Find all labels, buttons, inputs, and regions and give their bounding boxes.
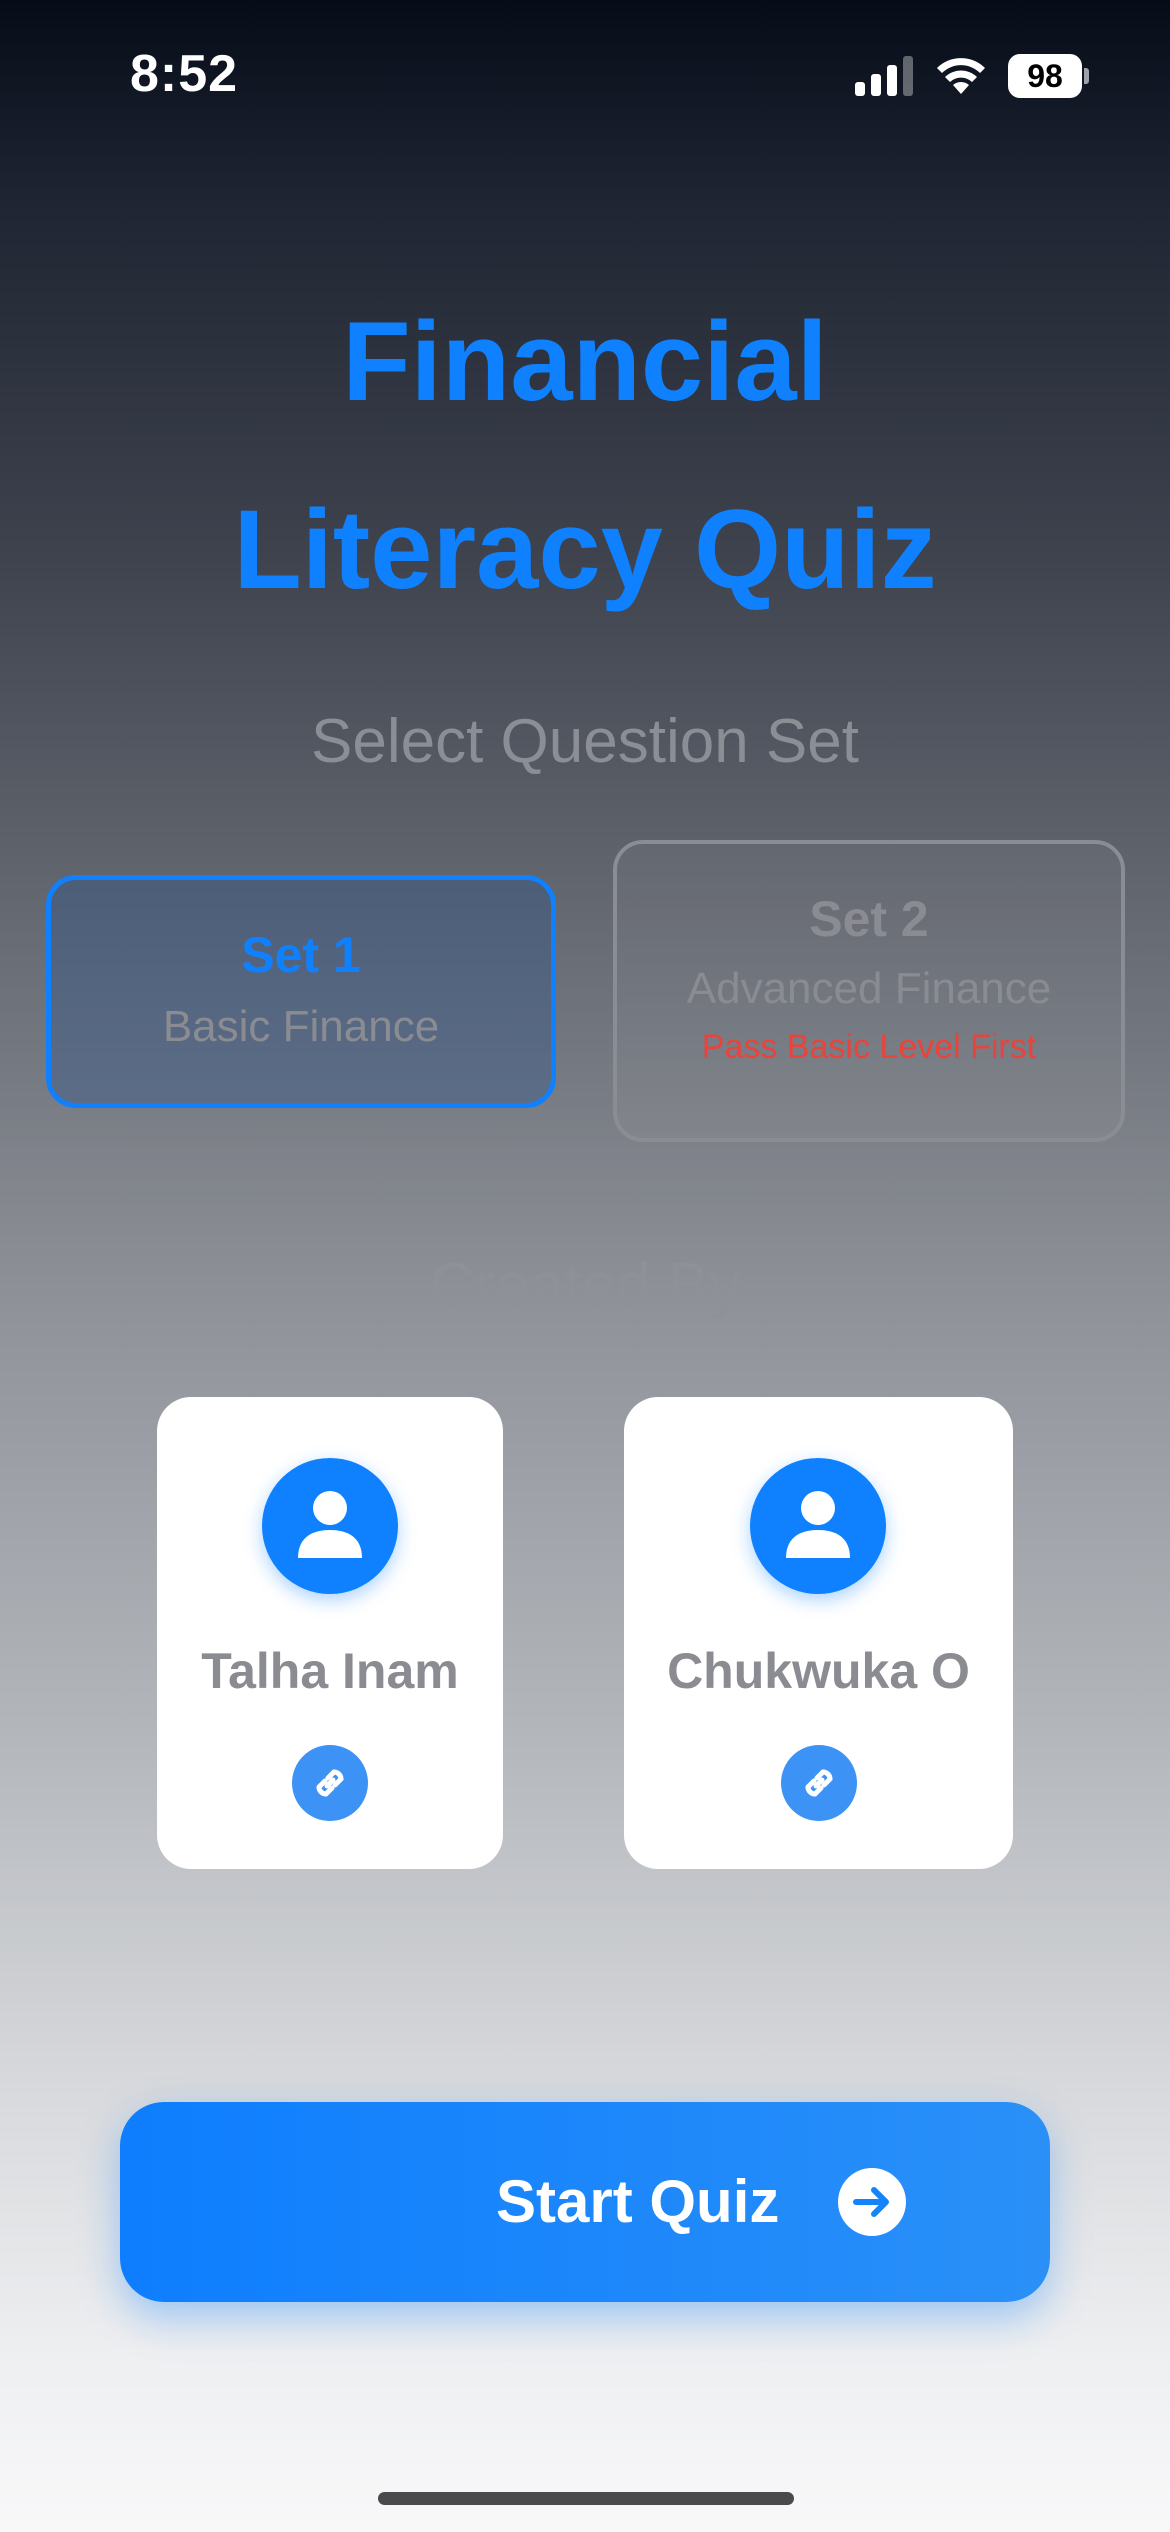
creator-link-button[interactable] bbox=[781, 1745, 857, 1821]
person-icon bbox=[298, 1491, 362, 1558]
set-1-description: Basic Finance bbox=[162, 1002, 440, 1051]
set-2-lock-note: Pass Basic Level First bbox=[701, 1028, 1037, 1066]
status-time: 8:52 bbox=[130, 45, 239, 103]
set-1-name: Set 1 bbox=[241, 927, 361, 983]
select-set-heading: Select Question Set bbox=[311, 707, 859, 776]
set-2-description: Advanced Finance bbox=[686, 964, 1052, 1013]
cellular-signal-icon bbox=[855, 56, 913, 96]
status-bar: 8:52 98 bbox=[0, 0, 1170, 150]
battery-icon: 98 bbox=[1008, 54, 1090, 98]
arrow-right-circle-icon bbox=[838, 2168, 906, 2236]
creator-card-talha: Talha Inam bbox=[157, 1397, 503, 1869]
wifi-icon bbox=[937, 58, 985, 94]
battery-nub bbox=[1084, 68, 1089, 84]
avatar bbox=[750, 1458, 886, 1594]
title-line-2: Literacy Quiz bbox=[233, 487, 937, 612]
start-quiz-button[interactable]: Start Quiz bbox=[120, 2102, 1050, 2302]
set-1-card[interactable]: Set 1 Basic Finance bbox=[46, 875, 556, 1108]
start-quiz-label: Start Quiz bbox=[496, 2168, 780, 2235]
creator-name: Talha Inam bbox=[201, 1643, 459, 1699]
set-2-name: Set 2 bbox=[809, 891, 929, 947]
title-line-1: Financial bbox=[342, 299, 828, 424]
link-icon bbox=[316, 1769, 344, 1797]
creator-name: Chukwuka O bbox=[667, 1643, 970, 1699]
avatar bbox=[262, 1458, 398, 1594]
link-icon bbox=[805, 1769, 833, 1797]
home-indicator[interactable] bbox=[378, 2492, 794, 2505]
creator-card-chukwuka: Chukwuka O bbox=[624, 1397, 1013, 1869]
battery-level: 98 bbox=[1008, 54, 1082, 98]
page-title: Financial Literacy Quiz bbox=[0, 268, 1170, 644]
set-2-card[interactable]: Set 2 Advanced Finance Pass Basic Level … bbox=[613, 840, 1125, 1142]
created-by-heading: Created By bbox=[429, 1251, 741, 1320]
creator-link-button[interactable] bbox=[292, 1745, 368, 1821]
person-icon bbox=[786, 1491, 850, 1558]
